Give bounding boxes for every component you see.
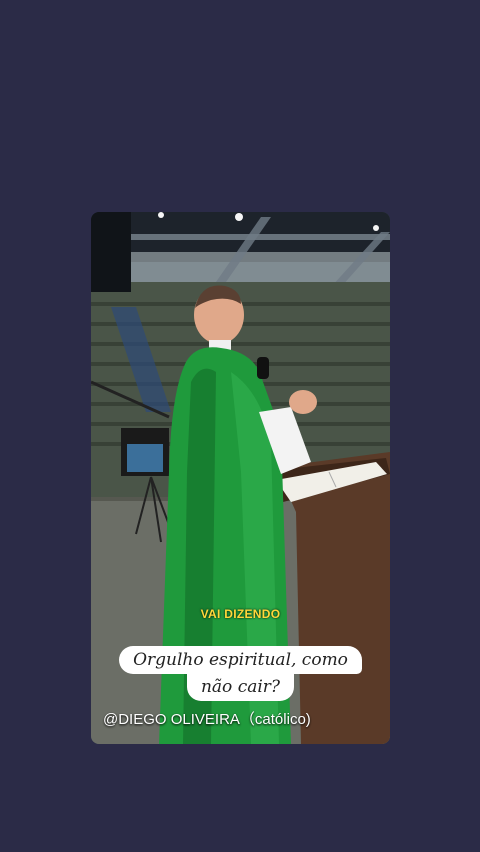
story-video-frame[interactable]: VAI DIZENDO Orgulho espiritual, como não… <box>91 212 390 744</box>
caption-text: VAI DIZENDO <box>200 607 281 621</box>
title-line-2: não cair? <box>186 673 295 701</box>
title-line-1: Orgulho espiritual, como <box>119 646 362 674</box>
microphone <box>257 357 269 379</box>
priest-hand <box>289 390 317 414</box>
user-handle[interactable]: @DIEGO OLIVEIRA（católico) <box>103 708 311 729</box>
title-sticker: Orgulho espiritual, como não cair? <box>91 646 390 701</box>
speaker-stack <box>91 212 131 292</box>
